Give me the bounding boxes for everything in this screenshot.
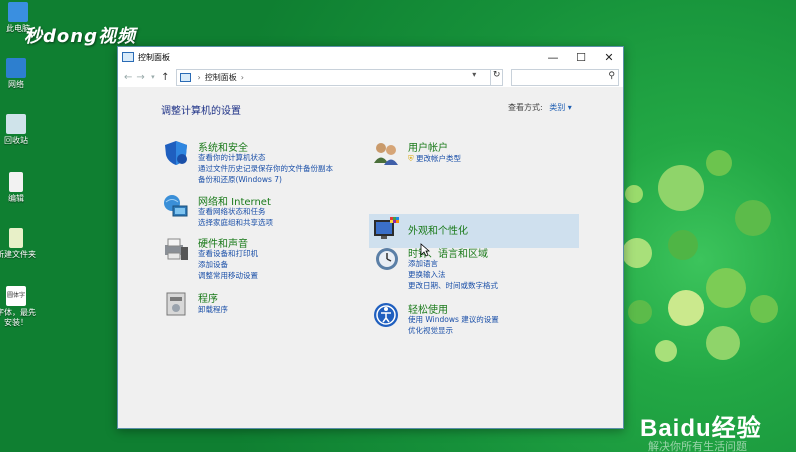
category-system-security: 系统和安全 查看你的计算机状态 通过文件历史记录保存你的文件备份副本 备份和还原… (162, 139, 372, 185)
desktop-icon-label: 网络 (8, 80, 24, 89)
decor-circle (735, 200, 771, 236)
clock-icon (376, 248, 398, 270)
desktop-icon-recycle-bin[interactable]: 回收站 (0, 114, 38, 146)
personalization-icon (374, 217, 399, 239)
control-panel-content: 调整计算机的设置 查看方式: 类别 ▾ 系统和安全 查看你的计算机状态 通过文件… (118, 87, 623, 428)
desktop-icon-label: 回收站 (4, 136, 28, 145)
decor-circle (706, 326, 740, 360)
link-devices-printers[interactable]: 查看设备和打印机 (198, 248, 258, 259)
font-file-icon: 圆体字 (6, 286, 26, 306)
link-network-status[interactable]: 查看网络状态和任务 (198, 206, 266, 217)
search-icon[interactable]: ⚲ (608, 71, 615, 81)
mouse-cursor-icon (420, 243, 430, 257)
address-row: ← → ▾ ↑ › 控制面板 › ▾ ↻ ⚲ (118, 67, 623, 87)
recycle-bin-icon (6, 114, 26, 134)
printer-icon (165, 238, 188, 260)
decor-circle (706, 150, 732, 176)
computer-icon (8, 2, 28, 22)
desktop-icon-font[interactable]: 圆体字 字体，最先安装！ (0, 286, 38, 328)
network-icon (164, 195, 188, 217)
users-icon (374, 143, 398, 165)
category-hardware-sound: 硬件和声音 查看设备和打印机 添加设备 调整常用移动设置 (162, 235, 372, 281)
minimize-button[interactable]: — (539, 47, 567, 67)
link-text: 更改帐户类型 (416, 154, 462, 163)
address-bar[interactable]: › 控制面板 › ▾ (175, 68, 492, 86)
desktop-icon-new-folder[interactable]: 新建文件夹 (0, 228, 38, 260)
decor-circle (625, 185, 643, 203)
category-network-internet: 网络和 Internet 查看网络状态和任务 选择家庭组和共享选项 (162, 193, 372, 229)
back-arrow-icon[interactable]: ← (122, 72, 134, 83)
desktop-icon-label: 新建文件夹 (0, 250, 36, 259)
desktop-icon-edit[interactable]: 编辑 (0, 172, 38, 204)
decor-circle (706, 268, 746, 308)
shield-icon (165, 141, 187, 165)
uac-shield-icon: ⛨ (408, 154, 414, 163)
page-title: 调整计算机的设置 (161, 106, 241, 117)
control-panel-icon (179, 72, 191, 82)
link-mobility-settings[interactable]: 调整常用移动设置 (198, 270, 258, 281)
forward-arrow-icon[interactable]: → (134, 72, 146, 83)
desktop-icon-label: 字体，最先安装！ (0, 308, 36, 327)
chevron-down-icon[interactable]: ▾ (147, 73, 159, 81)
programs-icon (166, 292, 186, 316)
link-add-language[interactable]: 添加语言 (408, 258, 438, 269)
decor-circle (655, 340, 677, 362)
window-title: 控制面板 (138, 52, 170, 62)
link-optimize-display[interactable]: 优化视觉显示 (408, 325, 453, 336)
link-homegroup[interactable]: 选择家庭组和共享选项 (198, 217, 273, 228)
link-change-input-method[interactable]: 更换输入法 (408, 269, 446, 280)
link-date-time-format[interactable]: 更改日期、时间或数字格式 (408, 280, 498, 291)
control-panel-window: 控制面板 — ☐ ✕ ← → ▾ ↑ › 控制面板 › ▾ ↻ ⚲ 调整计算机的… (117, 46, 624, 429)
title-bar[interactable]: 控制面板 — ☐ ✕ (118, 47, 623, 67)
link-view-computer-status[interactable]: 查看你的计算机状态 (198, 152, 266, 163)
decor-circle (668, 230, 698, 260)
accessibility-icon (374, 303, 398, 327)
decor-circle (622, 238, 652, 268)
decor-circle (628, 300, 652, 324)
baidu-slogan: 解决你所有生活问题 (648, 440, 747, 452)
decor-circle (750, 295, 778, 323)
view-by-label: 查看方式: (508, 103, 543, 112)
breadcrumb-separator-icon[interactable]: › (241, 73, 244, 82)
view-by-dropdown[interactable]: 类别 ▾ (549, 103, 572, 112)
link-change-account-type[interactable]: ⛨ 更改帐户类型 (408, 153, 461, 164)
maximize-button[interactable]: ☐ (567, 47, 595, 67)
link-recommended-settings[interactable]: 使用 Windows 建议的设置 (408, 314, 499, 325)
document-icon (9, 228, 23, 248)
breadcrumb-control-panel[interactable]: 控制面板 (205, 72, 237, 83)
category-title[interactable]: 用户帐户 (408, 139, 448, 154)
link-backup-restore[interactable]: 备份和还原(Windows 7) (198, 174, 282, 185)
refresh-icon[interactable]: ↻ (491, 68, 503, 86)
link-uninstall-program[interactable]: 卸载程序 (198, 304, 228, 315)
category-appearance-personalization[interactable]: 外观和个性化 (372, 215, 572, 245)
document-icon (9, 172, 23, 192)
category-programs: 程序 卸载程序 (162, 290, 372, 320)
control-panel-icon (122, 52, 134, 62)
up-arrow-icon[interactable]: ↑ (159, 72, 171, 83)
address-dropdown-icon[interactable]: ▾ (472, 70, 476, 79)
desktop-icon-network[interactable]: 网络 (0, 58, 38, 90)
category-title[interactable]: 外观和个性化 (408, 222, 468, 237)
view-by: 查看方式: 类别 ▾ (508, 102, 572, 113)
decor-circle (668, 290, 704, 326)
category-user-accounts: 用户帐户 ⛨ 更改帐户类型 (372, 139, 572, 165)
link-file-history[interactable]: 通过文件历史记录保存你的文件备份副本 (198, 163, 333, 174)
decor-circle (658, 165, 704, 211)
category-ease-of-access: 轻松使用 使用 Windows 建议的设置 优化视觉显示 (372, 301, 572, 339)
breadcrumb-separator-icon: › (197, 72, 201, 82)
category-title[interactable]: 程序 (198, 290, 218, 305)
search-input[interactable]: ⚲ (510, 68, 619, 86)
watermark-logo: 秒dong视频 (24, 26, 136, 47)
desktop-icon-label: 编辑 (8, 194, 24, 203)
close-button[interactable]: ✕ (595, 47, 623, 67)
link-add-device[interactable]: 添加设备 (198, 259, 228, 270)
network-icon (6, 58, 26, 78)
category-clock-language-region: 时钟、语言和区域 添加语言 更换输入法 更改日期、时间或数字格式 (372, 245, 572, 293)
